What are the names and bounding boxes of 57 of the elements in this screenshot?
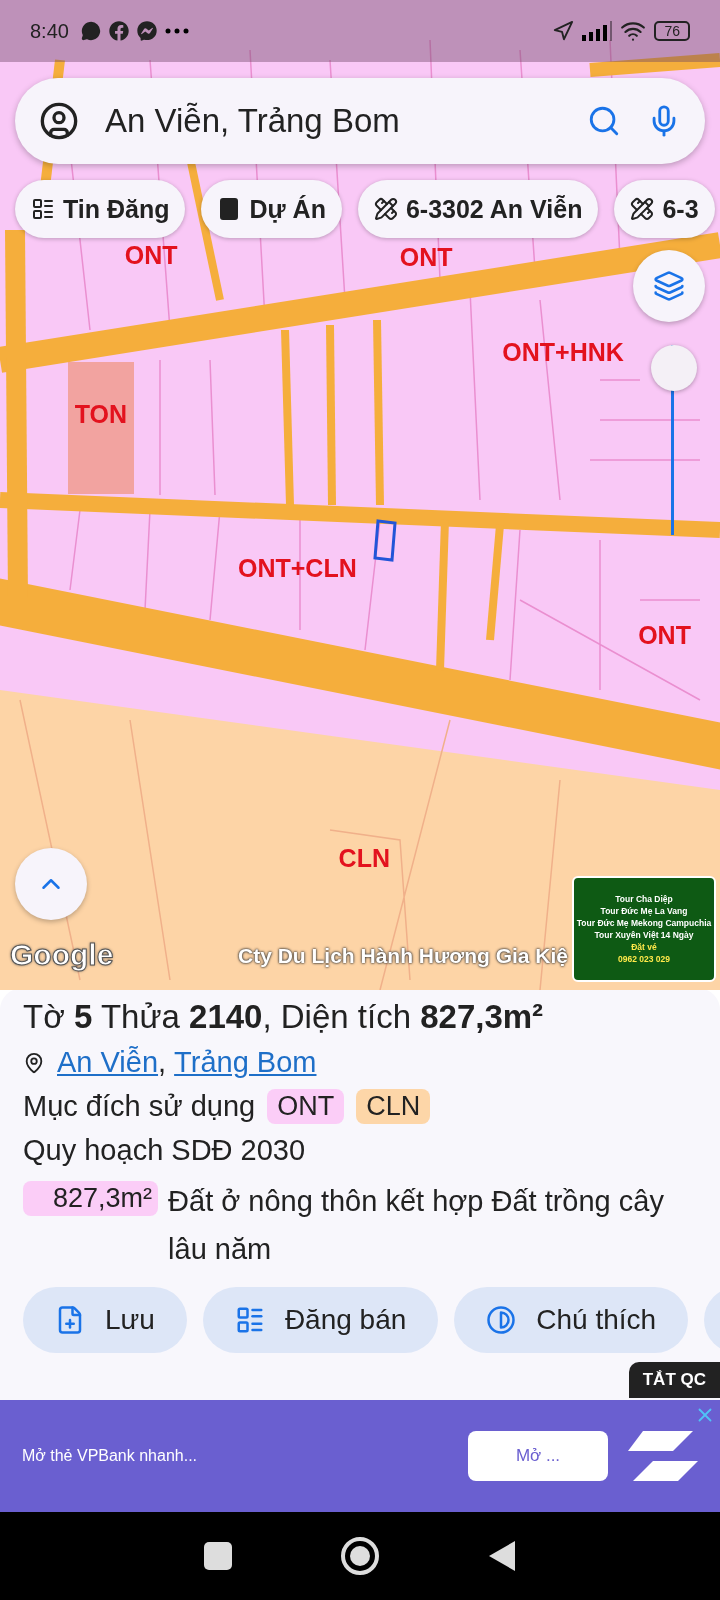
comma-text: , bbox=[158, 1046, 167, 1079]
action-button[interactable]: Lưu bbox=[23, 1287, 187, 1353]
area-tag: 827,3m² bbox=[23, 1181, 159, 1216]
parcel-title: Tờ 5 Thửa 2140, Diện tích 827,3m² bbox=[23, 998, 545, 1036]
messenger-icon bbox=[136, 21, 157, 41]
purpose-label: Mục đích sử dụng bbox=[23, 1090, 256, 1123]
search-text[interactable]: An Viễn, Trảng Bom bbox=[105, 102, 561, 140]
ad-text: Mở thẻ VPBank nhanh... bbox=[22, 1447, 199, 1465]
action-button[interactable]: Đăng bán bbox=[202, 1287, 439, 1353]
action-button[interactable]: Chú thích bbox=[454, 1287, 689, 1353]
layers-icon bbox=[653, 270, 685, 302]
location-arrow-icon bbox=[552, 20, 575, 42]
contrast-icon bbox=[486, 1305, 517, 1335]
zone-label: ONT bbox=[124, 240, 178, 270]
location-link[interactable]: Trảng Bom bbox=[174, 1046, 317, 1079]
opacity-slider[interactable] bbox=[651, 345, 695, 535]
land-use-description: Đất ở nông thôn kết hợp Đất trồng cây lâu năm bbox=[168, 1184, 665, 1267]
chat-icon bbox=[80, 21, 101, 41]
zone-label: TON bbox=[74, 399, 127, 429]
map-logo: Google bbox=[10, 938, 114, 972]
ad-thumbnail-text: Đặt vé bbox=[631, 941, 657, 953]
search-icon[interactable] bbox=[587, 104, 621, 138]
zone-label: ONT+CLN bbox=[238, 553, 357, 583]
facebook-icon bbox=[108, 21, 129, 41]
zone-label: ONT bbox=[399, 242, 453, 272]
search-bar[interactable]: An Viễn, Trảng Bom bbox=[15, 78, 705, 164]
zone-label: ONT+HNK bbox=[502, 337, 624, 367]
plan-label: Quy hoạch SDĐ 2030 bbox=[23, 1134, 306, 1167]
recents-icon[interactable] bbox=[203, 1541, 234, 1571]
land-use-tag: CLN bbox=[356, 1089, 431, 1124]
filter-chip[interactable]: 6-3302 An Viễn bbox=[357, 180, 599, 238]
land-use-tag: ONT bbox=[267, 1089, 345, 1124]
tour-ad-thumbnail[interactable]: Tour Cha Diệp Tour Đức Mẹ La Vang Tour Đức Mẹ Mekong Campuchia Tour Xuyên Việt 14 Ngày Đặt vé 0962 023 029 bbox=[572, 876, 716, 982]
location-pin-icon bbox=[23, 1051, 45, 1074]
zone-label: CLN bbox=[338, 843, 390, 873]
signal-icon bbox=[582, 21, 613, 41]
ad-thumbnail-text: Tour Đức Mẹ La Vang bbox=[600, 905, 688, 917]
battery-level: 76 bbox=[654, 21, 690, 41]
ad-thumbnail-text: Tour Xuyên Việt 14 Ngày bbox=[594, 929, 694, 941]
clock-time: 8:40 bbox=[30, 19, 69, 43]
close-ads-button[interactable]: TẮT QC bbox=[628, 1362, 720, 1398]
ad-thumbnail-text: Tour Đức Mẹ Mekong Campuchia bbox=[576, 917, 712, 929]
zone-label: ONT bbox=[638, 620, 691, 650]
map-attribution: Cty Du Lịch Hành Hương Gia Kiệ bbox=[238, 944, 568, 968]
filter-chip[interactable]: 6-3 bbox=[614, 180, 715, 238]
ad-thumbnail-text: Tour Cha Diệp bbox=[615, 893, 673, 905]
ad-thumbnail-text: 0962 023 029 bbox=[618, 953, 670, 965]
filter-chip[interactable]: Tin Đăng bbox=[15, 180, 186, 238]
filter-chip[interactable]: Dự Án bbox=[201, 180, 342, 238]
listing-icon bbox=[31, 197, 55, 221]
account-icon[interactable] bbox=[39, 101, 79, 141]
home-icon[interactable] bbox=[340, 1536, 380, 1576]
pencil-ruler-icon bbox=[373, 197, 398, 221]
ad-open-button[interactable]: Mở ... bbox=[468, 1431, 608, 1481]
location-link[interactable]: An Viễn bbox=[57, 1046, 159, 1079]
pencil-ruler-icon bbox=[630, 197, 655, 221]
more-icon bbox=[164, 28, 189, 34]
